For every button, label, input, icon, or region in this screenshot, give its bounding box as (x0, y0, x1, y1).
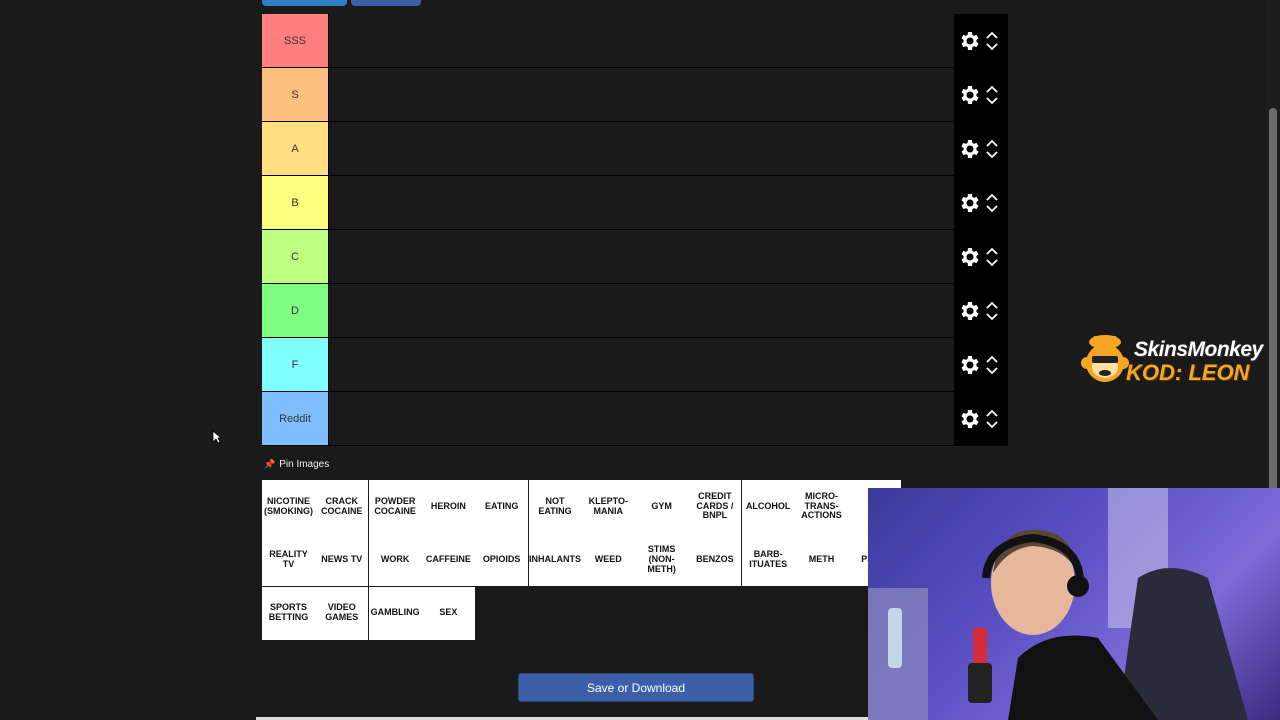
gear-icon[interactable] (958, 407, 982, 431)
tier-label[interactable]: C (262, 230, 329, 283)
pool-item[interactable]: CRACK COCAINE (315, 480, 369, 533)
pool-item[interactable]: SPORTS BETTING (262, 586, 315, 640)
top-action-button-1[interactable] (262, 0, 347, 6)
pool-item[interactable]: OPIOIDS (475, 533, 529, 587)
tier-row: C (262, 230, 1008, 284)
pool-item[interactable]: ALCOHOL (741, 480, 795, 533)
tier-controls (954, 338, 1008, 391)
tier-controls (954, 122, 1008, 175)
move-down-icon[interactable] (986, 312, 998, 321)
pool-item[interactable]: BENZOS (688, 533, 742, 587)
move-up-icon[interactable] (986, 193, 998, 202)
move-down-icon[interactable] (986, 96, 998, 105)
tier-drop-zone[interactable] (329, 392, 954, 445)
tier-label[interactable]: D (262, 284, 329, 337)
tier-row: SSS (262, 14, 1008, 68)
tier-row: B (262, 176, 1008, 230)
top-action-button-2[interactable] (351, 0, 421, 6)
webcam-overlay (868, 488, 1280, 720)
pool-item[interactable]: CREDIT CARDS / BNPL (688, 480, 742, 533)
gear-icon[interactable] (958, 29, 982, 53)
pool-item[interactable]: METH (795, 533, 848, 587)
tier-row: D (262, 284, 1008, 338)
monkey-mascot-icon (1081, 335, 1129, 382)
pool-item[interactable]: GAMBLING (368, 586, 422, 640)
pool-item[interactable]: KLEPTO-MANIA (581, 480, 635, 533)
tier-label[interactable]: F (262, 338, 329, 391)
pool-item[interactable]: REALITY TV (262, 533, 315, 587)
gear-icon[interactable] (958, 353, 982, 377)
gear-icon[interactable] (958, 299, 982, 323)
tier-label[interactable]: S (262, 68, 329, 121)
tier-drop-zone[interactable] (329, 14, 954, 67)
pool-item[interactable]: WEED (581, 533, 635, 587)
pool-item[interactable]: BARB-ITUATES (741, 533, 795, 587)
pool-item[interactable]: GYM (635, 480, 689, 533)
pool-item[interactable]: HEROIN (421, 480, 475, 533)
tier-row: F (262, 338, 1008, 392)
pool-item[interactable]: MICRO-TRANS-ACTIONS (795, 480, 848, 533)
tier-label[interactable]: B (262, 176, 329, 229)
pin-icon: 📌 (264, 459, 276, 469)
move-down-icon[interactable] (986, 420, 998, 429)
tier-drop-zone[interactable] (329, 230, 954, 283)
tier-label[interactable]: A (262, 122, 329, 175)
pool-item[interactable]: STIMS (NON-METH) (635, 533, 689, 587)
move-down-icon[interactable] (986, 42, 998, 51)
pin-images-label: Pin Images (279, 459, 330, 470)
move-down-icon[interactable] (986, 258, 998, 267)
tier-controls (954, 68, 1008, 121)
tier-controls (954, 230, 1008, 283)
sponsor-overlay: SkinsMonkey KOD: LEON (1076, 330, 1276, 390)
pool-item[interactable]: INHALANTS (528, 533, 582, 587)
pool-item[interactable]: NEWS TV (315, 533, 369, 587)
pool-item[interactable]: NICOTINE (SMOKING) (262, 480, 315, 533)
pool-item[interactable]: POWDER COCAINE (368, 480, 422, 533)
move-up-icon[interactable] (986, 139, 998, 148)
tier-controls (954, 284, 1008, 337)
tier-drop-zone[interactable] (329, 122, 954, 175)
move-down-icon[interactable] (986, 204, 998, 213)
tier-drop-zone[interactable] (329, 338, 954, 391)
save-or-download-button[interactable]: Save or Download (518, 673, 754, 702)
tier-row: S (262, 68, 1008, 122)
tier-row: Reddit (262, 392, 1008, 446)
move-up-icon[interactable] (986, 355, 998, 364)
sponsor-name: SkinsMonkey (1134, 338, 1263, 361)
tier-drop-zone[interactable] (329, 284, 954, 337)
gear-icon[interactable] (958, 137, 982, 161)
move-up-icon[interactable] (986, 409, 998, 418)
gear-icon[interactable] (958, 245, 982, 269)
pin-images-row[interactable]: 📌 Pin Images (264, 459, 329, 470)
pool-item[interactable]: CAFFEINE (421, 533, 475, 587)
move-up-icon[interactable] (986, 301, 998, 310)
tier-controls (954, 176, 1008, 229)
move-down-icon[interactable] (986, 150, 998, 159)
pool-item[interactable]: VIDEO GAMES (315, 586, 369, 640)
pool-item[interactable]: SEX (421, 586, 475, 640)
move-up-icon[interactable] (986, 85, 998, 94)
pool-item[interactable]: WORK (368, 533, 422, 587)
gear-icon[interactable] (958, 191, 982, 215)
pool-item[interactable]: NOT EATING (528, 480, 582, 533)
tier-controls (954, 392, 1008, 445)
move-up-icon[interactable] (986, 247, 998, 256)
pool-item[interactable]: EATING (475, 480, 529, 533)
tier-label[interactable]: Reddit (262, 392, 329, 445)
tier-label[interactable]: SSS (262, 14, 329, 67)
mouse-cursor-icon (212, 430, 222, 444)
tier-row: A (262, 122, 1008, 176)
gear-icon[interactable] (958, 83, 982, 107)
move-up-icon[interactable] (986, 31, 998, 40)
tier-list: SSS S A B C D F Reddit (262, 14, 1008, 446)
move-down-icon[interactable] (986, 366, 998, 375)
tier-drop-zone[interactable] (329, 176, 954, 229)
tier-drop-zone[interactable] (329, 68, 954, 121)
sponsor-code: KOD: LEON (1126, 360, 1250, 385)
tier-controls (954, 14, 1008, 67)
